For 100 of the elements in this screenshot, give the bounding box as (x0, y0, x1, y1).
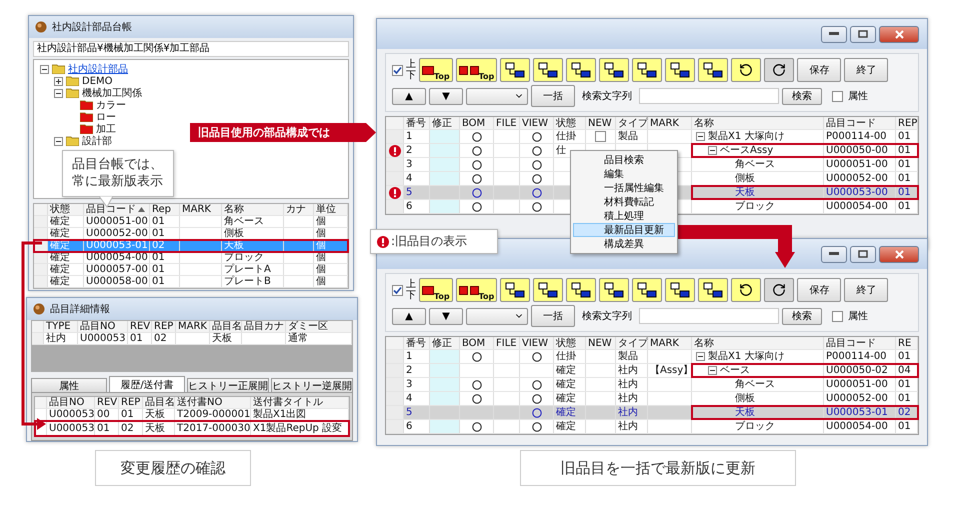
window-title: 品目詳細情報 (50, 302, 110, 316)
table-cell: 確定 (554, 378, 586, 391)
table-cell: 01 (896, 172, 918, 185)
table-cell: 社内 (616, 392, 648, 405)
table-cell: 01 (896, 392, 918, 405)
table-cell: 01 (896, 420, 918, 433)
table-cell: U000057-00 (84, 264, 150, 275)
table-cell: 社内 (616, 420, 648, 433)
part-name: 側板 (735, 393, 755, 404)
table-cell: U000051-00 (84, 216, 150, 227)
table-cell: 01 (896, 144, 918, 157)
table-cell: 確定 (554, 364, 586, 377)
table-cell: U000052-00 (824, 392, 896, 405)
search-label: 検索文字列 (582, 90, 632, 103)
table-cell: 仕掛 (554, 130, 586, 143)
table-cell: P000114-00 (824, 130, 896, 143)
caption: 変更履歴の確認 (95, 450, 251, 486)
table-cell: プレートA (222, 264, 284, 275)
table-cell: U000051-00 (824, 378, 896, 391)
table-cell: 04 (896, 364, 918, 377)
table-cell: T2017-000030 (175, 421, 251, 435)
table-cell: 01 (896, 186, 918, 199)
table-cell: U000054-00 (84, 252, 150, 263)
table-cell: 01 (128, 333, 152, 344)
table-cell: プレートB (222, 276, 284, 287)
part-name: ブロック (735, 201, 775, 212)
table-cell: 5 (404, 406, 430, 419)
part-name: 天板 (735, 407, 755, 418)
table-cell: 02 (896, 406, 918, 419)
table-cell: 天板 (143, 421, 175, 435)
table-cell: U000054-00 (824, 420, 896, 433)
table-cell: U000053-01 (84, 240, 150, 251)
table-cell: U000051-00 (824, 158, 896, 171)
table-cell: 02 (150, 240, 180, 251)
table-cell: 社内 (616, 364, 648, 377)
table-cell: 01 (150, 252, 180, 263)
part-name: 製品X1 大塚向け (708, 131, 784, 142)
table-cell: 確定 (554, 420, 586, 433)
table-cell: 個 (314, 240, 348, 251)
table-cell: 社内 (616, 406, 648, 419)
table-cell: 確定 (554, 392, 586, 405)
table-cell: 確定 (48, 216, 84, 227)
part-name: 角ベース (735, 159, 775, 170)
table-cell: 【Assy】 (648, 364, 692, 377)
table-cell: 個 (314, 252, 348, 263)
table-cell: 01 (150, 216, 180, 227)
table-cell: 01 (896, 200, 918, 213)
table-cell: 01 (150, 264, 180, 275)
table-cell: 02 (119, 421, 143, 435)
table-cell: P000114-00 (824, 350, 896, 363)
search-label: 検索文字列 (582, 310, 632, 323)
part-name: 側板 (735, 173, 755, 184)
part-name: ブロック (735, 421, 775, 432)
table-cell: 5 (404, 186, 430, 199)
table-cell: 個 (314, 276, 348, 287)
table-cell: U000050-02 (824, 364, 896, 377)
table-cell: 製品 (616, 130, 648, 143)
table-cell: 02 (152, 333, 176, 344)
table-cell: U000050-00 (824, 144, 896, 157)
legend-text: :旧品目の表示 (391, 233, 468, 250)
table-cell: 天板 (210, 333, 242, 344)
table-cell: 角ベース (222, 216, 284, 227)
part-name: 製品X1 大塚向け (708, 351, 784, 362)
table-cell: U000052-00 (824, 172, 896, 185)
table-cell: 確定 (554, 406, 586, 419)
table-cell: 01 (150, 276, 180, 287)
table-cell: X1製品RepUp 設変 (251, 421, 349, 435)
part-name: 天板 (735, 187, 755, 198)
checkbox-label: 上下 (406, 59, 416, 81)
table-cell: 社内 (44, 333, 78, 344)
table-cell: 01 (896, 350, 918, 363)
table-cell: 確定 (48, 240, 84, 251)
table-cell: 個 (314, 216, 348, 227)
checkbox-label: 属性 (848, 90, 868, 103)
table-cell: U000053-00 (824, 186, 896, 199)
callout: 品目台帳では、常に最新版表示 (62, 150, 174, 197)
path-field: 社内設計部品¥機械加工関係¥加工部品 (33, 41, 349, 57)
table-cell: 仕掛 (554, 350, 586, 363)
table-cell: U000058-00 (84, 276, 150, 287)
table-cell: 個 (314, 264, 348, 275)
table-cell: U000053 (47, 421, 95, 435)
table-cell: U000054-00 (824, 200, 896, 213)
table-cell: U000053-01 (824, 406, 896, 419)
table-cell: 確定 (48, 264, 84, 275)
table-cell: 製品 (616, 350, 648, 363)
part-name: ベースAssy (720, 145, 774, 156)
table-cell: U000053 (78, 333, 128, 344)
table-cell: 01 (896, 378, 918, 391)
table-cell: 01 (896, 158, 918, 171)
table-cell: 01 (896, 130, 918, 143)
checkbox-label: 上下 (406, 279, 416, 301)
part-name: 角ベース (735, 379, 775, 390)
table-cell: 確定 (48, 252, 84, 263)
checkbox-label: 属性 (848, 310, 868, 323)
table-cell: 確定 (48, 276, 84, 287)
caption: 旧品目を一括で最新版に更新 (520, 450, 796, 486)
table-cell: 通常 (286, 333, 352, 344)
part-name: ベース (720, 365, 750, 376)
table-cell: 01 (95, 421, 119, 435)
window-title: 社内設計部品台帳 (52, 20, 132, 34)
